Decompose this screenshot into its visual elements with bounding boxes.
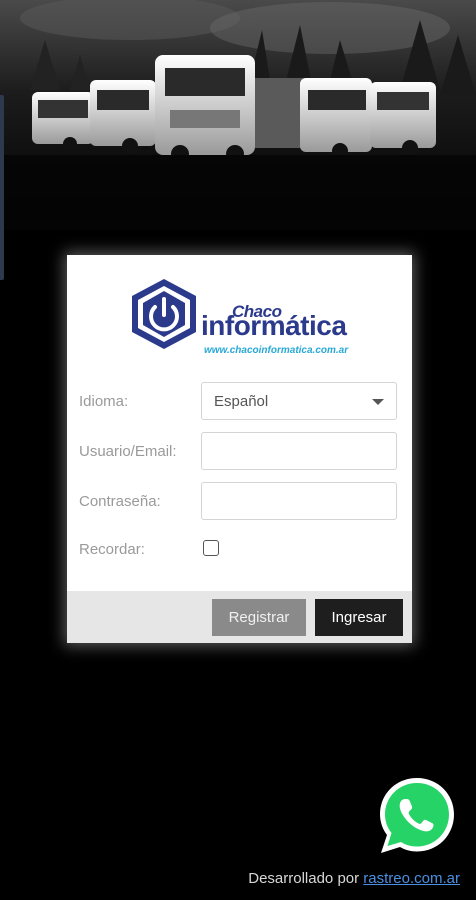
whatsapp-icon [380,778,454,853]
password-row: Contraseña: [79,482,399,522]
credit-prefix: Desarrollado por [248,870,364,887]
login-card: Chaco informática www.chacoinformatica.c… [67,255,412,643]
language-value: Español [214,393,269,410]
user-row: Usuario/Email: [79,432,399,472]
user-label: Usuario/Email: [79,443,177,460]
remember-row: Recordar: [79,530,399,570]
user-email-input[interactable] [201,432,397,470]
chevron-down-icon [372,399,384,405]
login-page: Chaco informática www.chacoinformatica.c… [0,0,476,900]
remember-label: Recordar: [79,541,145,558]
power-hexagon-icon [132,279,196,349]
credit-link[interactable]: rastreo.com.ar [363,870,460,887]
card-footer: Registrar Ingresar [67,591,412,643]
language-row: Idioma: Español [79,382,399,422]
language-select[interactable]: Español [201,382,397,420]
side-drawer-edge[interactable] [0,95,4,280]
brand-url: www.chacoinformatica.com.ar [204,345,349,356]
whatsapp-button[interactable] [376,775,458,857]
brand-logo: Chaco informática www.chacoinformatica.c… [129,277,354,356]
brand-name-big: informática [201,310,347,341]
hero-truck-image [0,0,476,230]
login-button[interactable]: Ingresar [315,599,403,636]
password-label: Contraseña: [79,493,161,510]
password-input[interactable] [201,482,397,520]
footer-credit: Desarrollado por rastreo.com.ar [248,870,460,887]
language-label: Idioma: [79,393,129,410]
remember-checkbox[interactable] [203,540,219,556]
register-button[interactable]: Registrar [212,599,306,636]
